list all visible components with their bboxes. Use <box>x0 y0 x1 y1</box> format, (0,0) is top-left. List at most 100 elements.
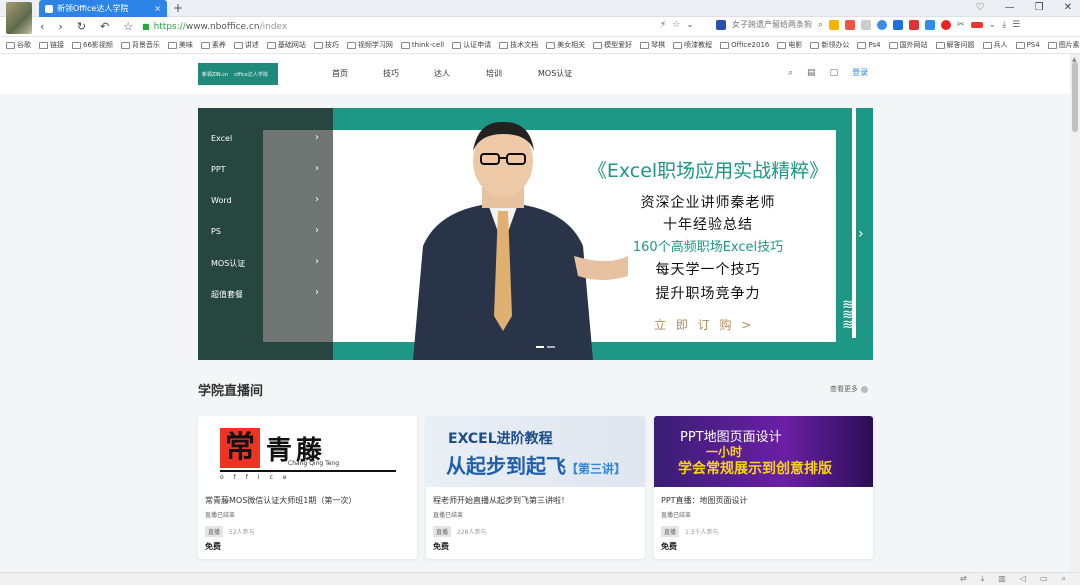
adblock-icon[interactable] <box>941 19 951 30</box>
buy-now-button[interactable]: 立 即 订 购 > <box>654 316 754 333</box>
card-thumbnail[interactable]: 常 青藤 Chang Qing Teng office <box>198 416 417 487</box>
view-more-link[interactable]: 查看更多 <box>830 384 868 394</box>
bookmark-item[interactable]: 链接 <box>39 40 64 50</box>
bookmark-item[interactable]: 认证申请 <box>452 40 491 50</box>
search-suggestion[interactable]: 女子跨遗产留给两条狗 <box>732 19 812 30</box>
site-logo[interactable]: 新领ZIN.cn office达人学院 <box>198 63 278 85</box>
menu-dropdown-icon[interactable]: ⌄ <box>989 20 997 30</box>
bookmark-item[interactable]: 基础网站 <box>266 40 306 50</box>
login-link[interactable]: 登录 <box>852 67 868 78</box>
document-icon[interactable]: ▤ <box>807 68 816 78</box>
bookmark-item[interactable]: 兵人 <box>982 40 1008 50</box>
card-thumbnail[interactable]: EXCEL进阶教程 从起步到起飞【第三讲】 <box>426 416 645 487</box>
bookmark-item[interactable]: 技术文档 <box>499 40 538 50</box>
status-share-icon[interactable]: ⇄ <box>960 574 967 584</box>
bookmark-item[interactable]: 谷歌 <box>6 40 31 50</box>
download-icon[interactable]: ⤓ <box>1002 20 1006 30</box>
close-window-button[interactable]: ✕ <box>1064 2 1072 13</box>
evernote-icon[interactable] <box>909 19 919 30</box>
favorite-window-icon[interactable]: ♡ <box>976 2 985 13</box>
bookmark-item[interactable]: 喷漆教程 <box>673 40 712 50</box>
hero-banner[interactable]: › ≋ ≋ ≋ Excel › PPT › Word › PS › MOS认证 › 超值套餐 › 《Exc… <box>198 108 873 360</box>
status-zoom-icon[interactable]: ⌕ <box>1062 574 1066 584</box>
banner-menu-item[interactable]: MOS认证 › <box>211 256 319 269</box>
status-trash-icon[interactable]: ▥ <box>998 574 1006 584</box>
status-window-icon[interactable]: ▭ <box>1040 574 1048 584</box>
bookmark-item[interactable]: Office2016 <box>720 41 769 49</box>
hamburger-menu-icon[interactable]: ☰ <box>1012 20 1020 30</box>
new-tab-button[interactable]: + <box>173 1 183 15</box>
banner-menu-item[interactable]: Word › <box>211 194 319 205</box>
nav-tips[interactable]: 技巧 <box>383 68 399 79</box>
bookmark-item[interactable]: 美女相关 <box>546 40 585 50</box>
bookmark-item[interactable]: think-cell <box>400 41 444 49</box>
nav-experts[interactable]: 达人 <box>434 68 450 79</box>
nav-mos[interactable]: MOS认证 <box>538 68 572 79</box>
bookmark-item[interactable]: 琴棋 <box>640 40 665 50</box>
bookmark-item[interactable]: PS4 <box>1015 41 1040 49</box>
extension-red-icon[interactable] <box>845 19 855 30</box>
page-scrollbar[interactable]: ▲ <box>1070 54 1080 572</box>
scissors-icon[interactable]: ✂ <box>957 20 965 30</box>
status-download-icon[interactable]: ⤓ <box>981 574 985 584</box>
user-avatar[interactable] <box>6 2 32 34</box>
reload-icon[interactable]: ↻ <box>77 20 86 33</box>
minimize-button[interactable]: — <box>1005 2 1015 13</box>
dropdown-chevron-icon[interactable]: ⌄ <box>686 20 694 30</box>
bookmark-item[interactable]: 电影 <box>777 40 802 50</box>
mail-icon[interactable] <box>861 19 871 30</box>
bookmark-label: 新领办公 <box>821 41 850 49</box>
undo-icon[interactable]: ↶ <box>100 20 109 33</box>
lightning-icon[interactable]: ⚡ <box>660 20 666 30</box>
card-thumbnail[interactable]: PPT地图页面设计 一小时 学会常规展示到创意排版 <box>654 416 873 487</box>
banner-next-icon[interactable]: › <box>858 226 864 242</box>
translate-icon[interactable] <box>893 19 903 30</box>
banner-menu-item[interactable]: PS › <box>211 225 319 236</box>
cart-icon[interactable]: ▢ <box>830 68 839 78</box>
bookmark-item[interactable]: 技巧 <box>313 40 339 50</box>
forward-icon[interactable]: › <box>58 20 62 33</box>
browser-tab[interactable]: 新领Office达人学院 × <box>39 0 167 17</box>
carousel-dots[interactable] <box>536 346 555 348</box>
banner-menu-item[interactable]: Excel › <box>211 132 319 143</box>
banner-menu-item[interactable]: PPT › <box>211 163 319 174</box>
apps-extension-icon[interactable] <box>829 19 839 30</box>
banner-menu-item[interactable]: 超值套餐 › <box>211 287 319 300</box>
bookmark-item[interactable]: 国外网站 <box>888 40 928 50</box>
folder-icon <box>233 41 243 49</box>
bookmark-item[interactable]: 模型爱好 <box>593 40 632 50</box>
live-card[interactable]: EXCEL进阶教程 从起步到起飞【第三讲】 程老师开始直播从起步到飞第三讲啦！ … <box>426 416 645 559</box>
bookmark-item[interactable]: Ps4 <box>857 41 881 49</box>
battery-icon[interactable] <box>970 21 983 28</box>
url-input[interactable]: ■ https:// www.nboffice.cn /index <box>142 19 702 34</box>
restore-button[interactable]: ❐ <box>1035 2 1044 13</box>
scrollbar-thumb[interactable] <box>1072 62 1078 132</box>
bookmark-item[interactable]: 讲述 <box>233 40 259 50</box>
back-icon[interactable]: ‹ <box>40 20 44 33</box>
bookmark-star-icon[interactable]: ☆ <box>672 20 680 30</box>
bookmark-item[interactable]: 66影视频 <box>72 40 113 50</box>
status-sound-icon[interactable]: ◁ <box>1020 574 1026 584</box>
bookmark-item[interactable]: 背景音乐 <box>120 40 160 50</box>
search-icon[interactable]: ⌕ <box>818 20 823 30</box>
circle-extension-icon[interactable] <box>877 19 887 30</box>
card-title[interactable]: 常青藤MOS微信认证大师班1期（第一次） <box>205 495 356 506</box>
nav-home[interactable]: 首页 <box>332 68 348 79</box>
folder-icon <box>1015 41 1025 49</box>
bookmark-item[interactable]: 新领办公 <box>810 40 849 50</box>
bookmark-item[interactable]: 图片素材 <box>1047 40 1080 50</box>
site-search-icon[interactable]: ⌕ <box>788 68 793 78</box>
bookmark-item[interactable]: 解答问题 <box>935 40 975 50</box>
bookmark-item[interactable]: 视频学习网 <box>346 40 393 50</box>
blue-extension-icon[interactable] <box>925 19 935 30</box>
bookmark-item[interactable]: 素养 <box>200 40 226 50</box>
nav-training[interactable]: 培训 <box>486 68 502 79</box>
card-title[interactable]: 程老师开始直播从起步到飞第三讲啦！ <box>433 495 569 506</box>
browser-status-bar: ⇄ ⤓ ▥ ◁ ▭ ⌕ <box>0 572 1080 585</box>
live-card[interactable]: PPT地图页面设计 一小时 学会常规展示到创意排版 PPT直播：地图页面设计 直… <box>654 416 873 559</box>
live-card[interactable]: 常 青藤 Chang Qing Teng office 常青藤MOS微信认证大师… <box>198 416 417 559</box>
star-icon[interactable]: ☆ <box>123 20 133 33</box>
tab-close-icon[interactable]: × <box>154 4 161 13</box>
card-title[interactable]: PPT直播：地图页面设计 <box>661 495 748 506</box>
bookmark-item[interactable]: 美味 <box>167 40 193 50</box>
